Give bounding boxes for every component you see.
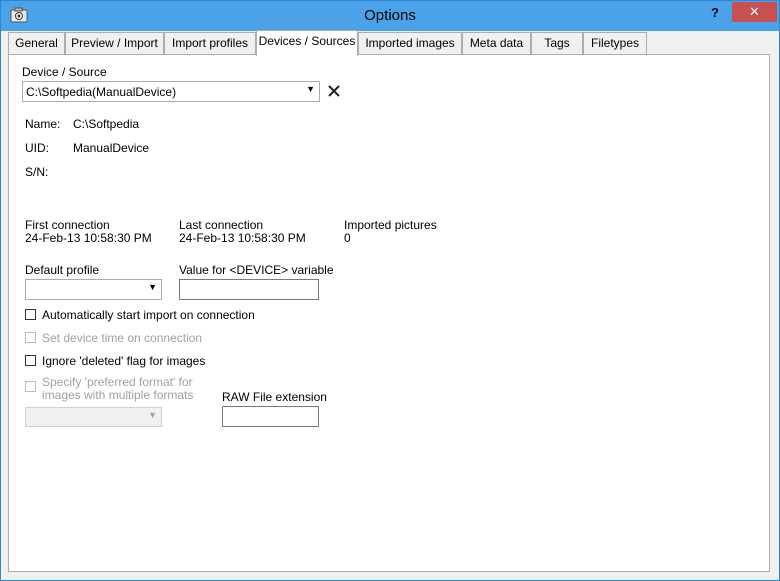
tab-imported-images[interactable]: Imported images (358, 32, 462, 55)
preferred-format-label-line1: Specify 'preferred format' for (42, 375, 193, 389)
device-source-select[interactable]: C:\Softpedia(ManualDevice) ▼ (22, 81, 320, 102)
close-icon: ✕ (749, 4, 760, 19)
help-button[interactable]: ? (704, 4, 726, 24)
set-time-label: Set device time on connection (42, 331, 203, 345)
uid-label: UID: (25, 141, 49, 155)
chevron-down-icon: ▼ (148, 282, 157, 292)
devices-panel: Device / Source C:\Softpedia(ManualDevic… (8, 54, 770, 572)
tab-preview-import[interactable]: Preview / Import (65, 32, 164, 55)
raw-extension-input[interactable] (222, 406, 319, 427)
tab-filetypes[interactable]: Filetypes (583, 32, 647, 55)
ignore-deleted-label: Ignore 'deleted' flag for images (42, 354, 206, 368)
preferred-format-checkbox[interactable] (25, 381, 36, 392)
raw-extension-label: RAW File extension (222, 390, 327, 404)
tab-general[interactable]: General (8, 32, 65, 55)
tab-tags[interactable]: Tags (531, 32, 583, 55)
imported-pictures-value: 0 (344, 231, 351, 245)
sn-label: S/N: (25, 165, 49, 179)
tab-import-profiles[interactable]: Import profiles (164, 32, 256, 55)
name-label: Name: (25, 117, 61, 131)
device-source-label: Device / Source (22, 65, 107, 79)
window-title: Options (364, 7, 416, 24)
chevron-down-icon: ▼ (148, 410, 157, 420)
auto-start-checkbox[interactable] (25, 309, 36, 320)
tab-strip: General Preview / Import Import profiles… (8, 30, 770, 56)
tab-devices-sources[interactable]: Devices / Sources (256, 30, 358, 56)
options-window: Options ? ✕ General Preview / Import Imp… (0, 0, 780, 581)
first-connection-label: First connection (25, 218, 110, 232)
close-icon (328, 85, 340, 97)
device-variable-input[interactable] (179, 279, 319, 300)
name-value: C:\Softpedia (73, 117, 140, 131)
auto-start-label: Automatically start import on connection (42, 308, 255, 322)
default-profile-select[interactable]: ▼ (25, 279, 162, 300)
uid-value: ManualDevice (73, 141, 150, 155)
default-profile-label: Default profile (25, 263, 100, 277)
set-time-checkbox[interactable] (25, 332, 36, 343)
preferred-format-select[interactable]: ▼ (25, 407, 162, 427)
first-connection-value: 24-Feb-13 10:58:30 PM (25, 231, 152, 245)
preferred-format-label-line2: images with multiple formats (42, 388, 194, 402)
remove-device-button[interactable] (326, 83, 342, 99)
tab-meta-data[interactable]: Meta data (462, 32, 531, 55)
close-button[interactable]: ✕ (732, 2, 777, 22)
title-bar: Options ? ✕ (1, 1, 779, 31)
device-variable-label: Value for <DEVICE> variable (179, 263, 334, 277)
last-connection-label: Last connection (179, 218, 264, 232)
imported-pictures-label: Imported pictures (344, 218, 437, 232)
device-source-value: C:\Softpedia(ManualDevice) (26, 85, 177, 99)
ignore-deleted-checkbox[interactable] (25, 355, 36, 366)
chevron-down-icon: ▼ (306, 84, 315, 94)
last-connection-value: 24-Feb-13 10:58:30 PM (179, 231, 306, 245)
